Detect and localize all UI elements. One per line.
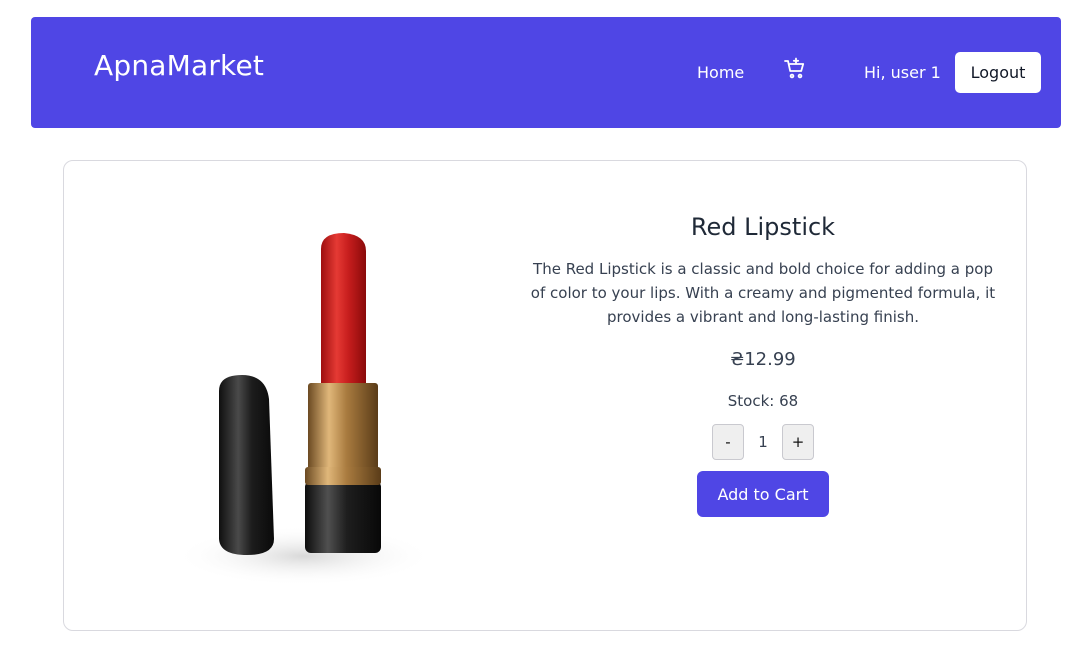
- quantity-stepper: - 1 +: [529, 424, 997, 460]
- product-title: Red Lipstick: [690, 213, 836, 241]
- product-info: Red Lipstick The Red Lipstick is a class…: [529, 213, 997, 517]
- nav-home-link[interactable]: Home: [697, 63, 744, 82]
- cart-plus-icon[interactable]: [783, 57, 807, 81]
- add-to-cart-button[interactable]: Add to Cart: [697, 471, 829, 517]
- product-price: ₴12.99: [730, 349, 796, 370]
- product-card: Red Lipstick The Red Lipstick is a class…: [63, 160, 1027, 631]
- product-description: The Red Lipstick is a classic and bold c…: [530, 260, 996, 326]
- product-image: [164, 221, 444, 601]
- decrement-button[interactable]: -: [712, 424, 744, 460]
- product-stock: Stock: 68: [727, 392, 799, 410]
- brand-logo[interactable]: ApnaMarket: [94, 49, 264, 82]
- user-greeting: Hi, user 1: [864, 63, 941, 82]
- increment-button[interactable]: +: [782, 424, 814, 460]
- navbar: ApnaMarket Home Hi, user 1 Logout: [31, 17, 1061, 128]
- quantity-value: 1: [758, 433, 768, 451]
- logout-button[interactable]: Logout: [955, 52, 1041, 93]
